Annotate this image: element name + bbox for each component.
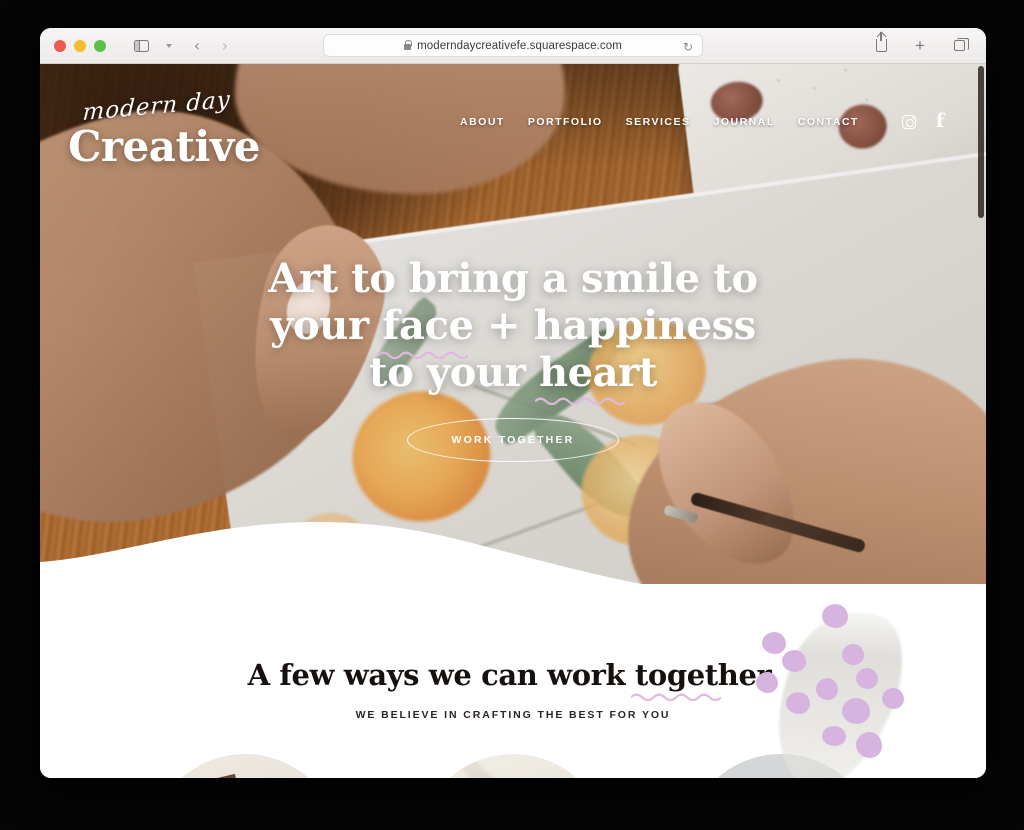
- reload-button[interactable]: ↻: [683, 40, 693, 54]
- sidebar-toggle-icon: [133, 39, 149, 52]
- dot-accent: [842, 644, 864, 665]
- zoom-window-button[interactable]: [94, 39, 106, 52]
- share-button[interactable]: [868, 32, 894, 58]
- dot-accent: [856, 732, 882, 758]
- dot-accent: [882, 688, 904, 709]
- tabs-overview-button[interactable]: [946, 34, 972, 58]
- hero-emphasis-face: face: [378, 301, 474, 359]
- dot-accent: [782, 650, 806, 672]
- toolbar-left-controls: ‹ ›: [128, 34, 238, 58]
- dot-accent: [822, 604, 848, 628]
- hero-headline-line-2: your face + happiness: [40, 301, 986, 359]
- plus-icon: +: [915, 36, 925, 55]
- hero-content: Art to bring a smile to your face + happ…: [40, 255, 986, 463]
- section-title-prefix: A few ways we can work: [247, 658, 635, 692]
- url-text: moderndaycreativefe.squarespace.com: [417, 39, 622, 52]
- circle-image-crafting-supplies[interactable]: [149, 754, 341, 778]
- hero-emphasis-heart: heart: [534, 348, 657, 406]
- forward-button[interactable]: ›: [212, 34, 238, 58]
- logo-main-text: Creative: [68, 122, 260, 171]
- nav-item-portfolio[interactable]: PORTFOLIO: [528, 116, 603, 128]
- toolbar-right-controls: +: [868, 32, 972, 58]
- squiggle-underline-icon: [378, 351, 469, 359]
- nav-item-journal[interactable]: JOURNAL: [714, 116, 775, 128]
- squiggle-underline-icon: [534, 398, 625, 406]
- chevron-left-icon: ‹: [193, 35, 201, 55]
- hero-section: modern day Creative ABOUT PORTFOLIO SERV…: [40, 64, 986, 584]
- primary-navigation: ABOUT PORTFOLIO SERVICES JOURNAL CONTACT…: [460, 112, 944, 131]
- window-traffic-lights: [54, 39, 106, 52]
- dot-accent: [816, 678, 838, 700]
- hero-headline: Art to bring a smile to your face + happ…: [40, 255, 986, 406]
- painted-orange: [281, 507, 379, 584]
- dot-accent: [842, 698, 870, 724]
- hero-line2-suffix: + happiness: [473, 301, 756, 349]
- address-bar[interactable]: moderndaycreativefe.squarespace.com ↻: [323, 34, 703, 57]
- lock-icon: [404, 39, 412, 50]
- sidebar-toggle-button[interactable]: [128, 34, 154, 58]
- hero-line3-emphasis: heart: [538, 348, 657, 396]
- nav-item-services[interactable]: SERVICES: [626, 116, 691, 128]
- hero-line2-prefix: your: [270, 301, 383, 349]
- chevron-down-icon: [166, 43, 172, 48]
- new-tab-button[interactable]: +: [907, 34, 933, 58]
- dot-accent: [786, 692, 810, 714]
- squiggle-underline-icon: [630, 693, 721, 701]
- nav-item-about[interactable]: ABOUT: [460, 116, 505, 128]
- dot-accent: [822, 726, 846, 746]
- social-links: f: [901, 112, 944, 131]
- work-together-button[interactable]: WORK TOGETHER: [406, 418, 620, 463]
- sidebar-dropdown-button[interactable]: [156, 34, 182, 58]
- facebook-icon[interactable]: f: [936, 112, 944, 131]
- tabs-overview-icon: [953, 37, 969, 51]
- work-together-section: A few ways we can work together. WE BELI…: [40, 584, 986, 778]
- logo-script-text: modern day: [81, 86, 232, 127]
- close-window-button[interactable]: [54, 39, 66, 52]
- dot-accent: [762, 632, 786, 654]
- back-button[interactable]: ‹: [184, 34, 210, 58]
- minimize-window-button[interactable]: [74, 39, 86, 52]
- circle-image-white-fabric[interactable]: [417, 754, 609, 778]
- nav-item-contact[interactable]: CONTACT: [798, 116, 859, 128]
- share-icon: [875, 32, 887, 52]
- chevron-right-icon: ›: [221, 35, 229, 55]
- dot-accent: [856, 668, 878, 689]
- instagram-icon[interactable]: [901, 114, 916, 129]
- hero-headline-line-1: Art to bring a smile to: [268, 255, 758, 302]
- site-logo[interactable]: modern day Creative: [68, 87, 260, 171]
- site-header: modern day Creative ABOUT PORTFOLIO SERV…: [40, 64, 986, 184]
- decorative-accent-group: [751, 592, 974, 778]
- browser-toolbar: ‹ › moderndaycreativefe.squarespace.com …: [40, 28, 986, 64]
- hero-headline-line-3: to your heart: [40, 348, 986, 406]
- page-scrollbar-thumb[interactable]: [978, 66, 984, 218]
- dot-accent: [756, 672, 778, 693]
- browser-window: ‹ › moderndaycreativefe.squarespace.com …: [40, 28, 986, 778]
- hero-line2-emphasis: face: [382, 301, 474, 349]
- page-viewport: modern day Creative ABOUT PORTFOLIO SERV…: [40, 64, 986, 778]
